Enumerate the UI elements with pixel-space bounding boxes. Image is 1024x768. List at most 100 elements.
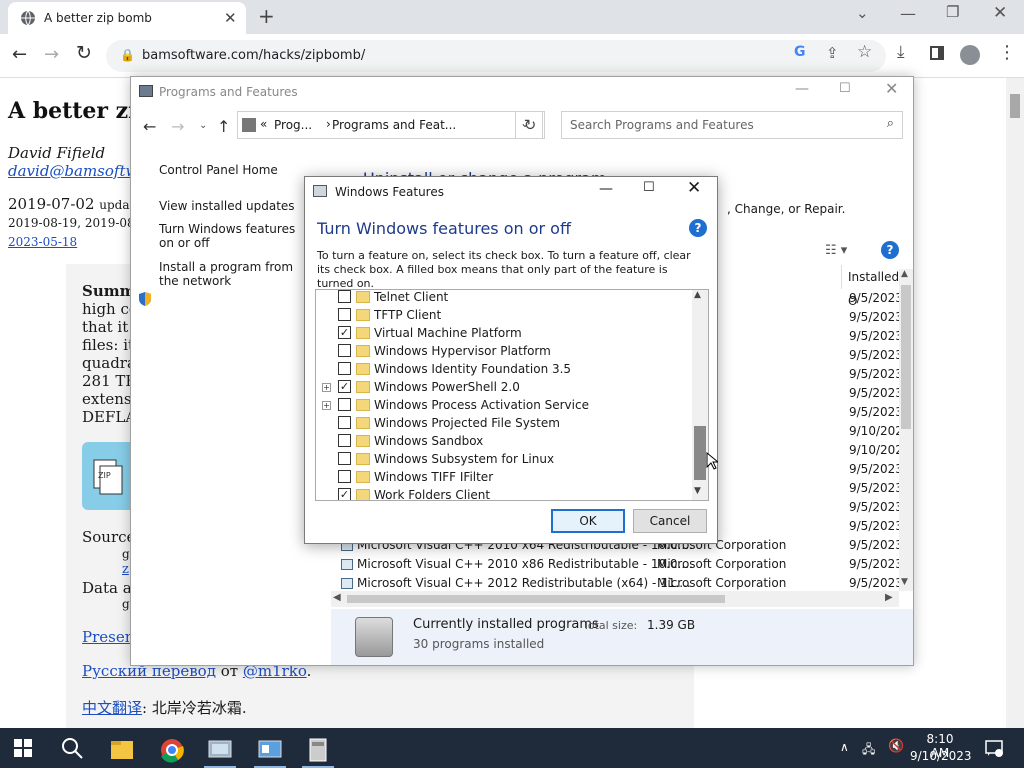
windows-features-taskbar-icon[interactable] — [250, 732, 290, 768]
feature-checkbox[interactable] — [338, 398, 351, 411]
maximize-icon[interactable]: ☐ — [643, 180, 655, 195]
show-hidden-icons-icon[interactable]: ∧ — [840, 740, 849, 754]
breadcrumb-overflow[interactable]: « — [260, 117, 267, 131]
list-hscroll-thumb[interactable] — [347, 595, 725, 603]
author-email-link[interactable]: david@bamsoftw — [8, 162, 138, 180]
maximize-icon[interactable]: ☐ — [839, 81, 851, 96]
up-arrow-icon[interactable]: ↑ — [217, 117, 230, 136]
feature-item[interactable]: + Windows Process Activation Service — [316, 396, 692, 414]
feature-checkbox[interactable] — [338, 290, 351, 303]
close-icon[interactable]: ✕ — [885, 79, 898, 98]
view-installed-updates-link[interactable]: View installed updates — [159, 199, 295, 213]
minimize-icon[interactable]: — — [795, 81, 809, 97]
control-panel-home-link[interactable]: Control Panel Home — [159, 163, 278, 177]
update-date-link[interactable]: 2023-05-18 — [8, 235, 77, 249]
feature-checkbox[interactable] — [338, 362, 351, 375]
page-scroll-thumb[interactable] — [1010, 94, 1020, 118]
feature-item[interactable]: Windows Hypervisor Platform — [316, 342, 692, 360]
google-lens-icon[interactable]: G — [794, 44, 806, 60]
column-header-installed-on[interactable]: Installed O — [841, 265, 901, 308]
more-menu-icon[interactable]: ⋮ — [998, 42, 1016, 63]
search-icon[interactable]: ⌕ — [887, 116, 894, 131]
feature-checkbox[interactable] — [338, 434, 351, 447]
windows-start-icon[interactable] — [14, 739, 32, 760]
feature-item[interactable]: Windows Projected File System — [316, 414, 692, 432]
view-options-icon[interactable]: ☷ ▾ — [825, 243, 847, 258]
feature-checkbox[interactable] — [338, 416, 351, 429]
back-arrow-icon[interactable]: ← — [143, 117, 156, 136]
scroll-up-icon[interactable]: ▲ — [901, 269, 908, 279]
scroll-up-icon[interactable]: ▲ — [694, 290, 701, 300]
reload-icon[interactable]: ↻ — [76, 42, 92, 64]
profile-avatar-icon[interactable] — [960, 45, 980, 65]
breadcrumb-item[interactable]: Prog... — [274, 118, 312, 132]
address-bar[interactable]: 🔒 bamsoftware.com/hacks/zipbomb/ — [106, 40, 886, 72]
help-icon[interactable]: ? — [689, 219, 707, 237]
breadcrumb-separator[interactable]: › — [326, 117, 331, 131]
scroll-down-icon[interactable]: ▼ — [901, 577, 908, 587]
scroll-down-icon[interactable]: ▼ — [694, 486, 701, 496]
features-tree[interactable]: Telnet Client TFTP Client ✓ Virtual Machine… — [315, 289, 709, 501]
feature-item[interactable]: Windows Subsystem for Linux — [316, 450, 692, 468]
volume-muted-icon[interactable]: 🔇 — [888, 739, 904, 754]
tree-scroll-thumb[interactable] — [694, 426, 706, 480]
feature-item[interactable]: Windows Identity Foundation 3.5 — [316, 360, 692, 378]
install-from-network-link[interactable]: Install a program from the network — [159, 260, 309, 288]
feature-checkbox[interactable] — [338, 308, 351, 321]
feature-item[interactable]: Windows Sandbox — [316, 432, 692, 450]
side-panel-icon[interactable] — [930, 46, 944, 60]
notifications-icon[interactable] — [984, 738, 1004, 761]
forward-arrow-icon[interactable]: → — [44, 44, 59, 65]
bookmark-star-icon[interactable]: ☆ — [857, 42, 872, 62]
search-input[interactable]: Search Programs and Features ⌕ — [561, 111, 903, 139]
refresh-icon[interactable]: ↻ — [515, 111, 545, 139]
network-icon[interactable]: 🖧 — [862, 740, 875, 761]
address-bar[interactable]: « Prog... › Programs and Feat... ⌄ — [237, 111, 543, 139]
close-window-icon[interactable]: ✕ — [993, 3, 1007, 23]
clock-date[interactable]: 9/10/2023 — [910, 749, 972, 763]
source-sub-link[interactable]: z — [122, 562, 129, 577]
ok-button[interactable]: OK — [551, 509, 625, 533]
turn-windows-features-link[interactable]: Turn Windows features on or off — [159, 222, 309, 250]
close-icon[interactable]: ✕ — [687, 178, 701, 198]
help-icon[interactable]: ? — [881, 241, 899, 259]
tab-search-icon[interactable]: ⌄ — [856, 4, 869, 22]
feature-checkbox[interactable] — [338, 452, 351, 465]
close-tab-icon[interactable]: ✕ — [224, 10, 237, 26]
feature-item[interactable]: ✓ Work Folders Client — [316, 486, 692, 500]
chinese-translation-link[interactable]: 中文翻译 — [82, 699, 142, 717]
breadcrumb-item[interactable]: Programs and Feat... — [332, 118, 456, 132]
feature-checkbox[interactable]: ✓ — [338, 380, 351, 393]
program-row[interactable]: Microsoft Visual C++ 2010 x86 Redistribu… — [331, 555, 903, 574]
minimize-icon[interactable]: — — [599, 181, 613, 197]
scroll-right-icon[interactable]: ▶ — [885, 592, 893, 603]
list-scroll-thumb[interactable] — [901, 285, 911, 429]
back-arrow-icon[interactable]: ← — [12, 44, 27, 65]
minimize-icon[interactable]: — — [900, 4, 916, 23]
chrome-icon[interactable] — [152, 732, 192, 768]
feature-item[interactable]: TFTP Client — [316, 306, 692, 324]
programs-taskbar-icon[interactable] — [298, 732, 338, 768]
feature-checkbox[interactable] — [338, 344, 351, 357]
share-icon[interactable]: ⇪ — [826, 44, 839, 62]
feature-checkbox[interactable]: ✓ — [338, 326, 351, 339]
download-icon[interactable]: ⤓ — [897, 42, 905, 62]
cancel-button[interactable]: Cancel — [633, 509, 707, 533]
expand-plus-icon[interactable]: + — [322, 383, 331, 392]
page-scrollbar[interactable] — [1006, 78, 1024, 728]
control-panel-taskbar-icon[interactable] — [200, 732, 240, 768]
search-icon[interactable] — [60, 736, 84, 763]
new-tab-icon[interactable]: + — [258, 6, 275, 26]
feature-item[interactable]: Windows TIFF IFilter — [316, 468, 692, 486]
feature-item[interactable]: + ✓ Windows PowerShell 2.0 — [316, 378, 692, 396]
feature-checkbox[interactable] — [338, 470, 351, 483]
scroll-left-icon[interactable]: ◀ — [333, 592, 341, 603]
restore-icon[interactable]: ❐ — [946, 3, 959, 21]
feature-item[interactable]: ✓ Virtual Machine Platform — [316, 324, 692, 342]
recent-locations-icon[interactable]: ⌄ — [199, 120, 207, 131]
feature-checkbox[interactable]: ✓ — [338, 488, 351, 500]
file-explorer-icon[interactable] — [102, 732, 142, 768]
feature-item[interactable]: Telnet Client — [316, 290, 692, 306]
forward-arrow-icon[interactable]: → — [171, 117, 184, 136]
expand-plus-icon[interactable]: + — [322, 401, 331, 410]
